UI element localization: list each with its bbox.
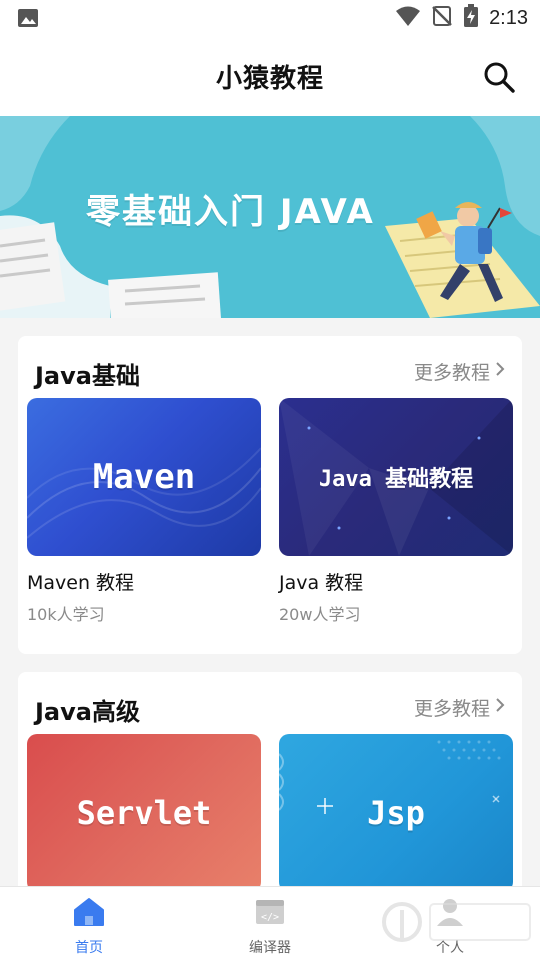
course-card-jsp[interactable]: Jsp [279,734,513,892]
course-learners: 20w人学习 [279,605,361,624]
nav-label: 编译器 [249,940,291,956]
status-bar: 2:13 [0,0,540,36]
promo-banner[interactable]: 零基础入门 JAVA [0,116,540,318]
search-icon[interactable] [482,60,516,94]
course-card-maven[interactable]: Maven Maven 教程 10k人学习 [27,398,261,625]
more-tutorials-link[interactable]: 更多教程 [414,358,506,385]
nav-compiler[interactable]: </> 编译器 [220,897,320,957]
course-thumbnail: Java 基础教程 [279,398,513,556]
chevron-right-icon [494,696,506,719]
course-card-servlet[interactable]: Servlet [27,734,261,892]
more-tutorials-label: 更多教程 [413,698,490,720]
chevron-right-icon [494,360,506,383]
battery-charging-icon [463,4,479,32]
course-name: Maven 教程 [27,572,135,594]
section-title: Java高级 [35,698,140,726]
course-thumbnail: Jsp [279,734,513,892]
more-tutorials-link[interactable]: 更多教程 [414,694,506,721]
course-card-java[interactable]: Java 基础教程 Java 教程 20w人学习 [279,398,513,625]
course-thumbnail: Maven [27,398,261,556]
app-bar: 小猿教程 [0,36,540,116]
section-title: Java基础 [35,362,140,390]
app-title: 小猿教程 [215,64,324,94]
svg-text:</>: </> [261,912,279,923]
nav-label: 首页 [75,940,103,956]
image-icon [17,8,39,32]
code-window-icon: </> [254,900,286,931]
section-java-basic: Java基础 更多教程 Maven Maven 教程 10k人学习 Java 基… [18,336,522,654]
no-signal-icon [431,5,453,31]
status-time: 2:13 [489,6,528,29]
home-icon [73,898,105,931]
thumbnail-text: Jsp [367,794,425,832]
banner-title: 零基础入门 JAVA [86,192,375,232]
thumbnail-text: Maven [92,457,196,497]
more-tutorials-label: 更多教程 [413,362,490,384]
nav-home[interactable]: 首页 [39,897,139,957]
watermark-logo [380,890,540,954]
course-thumbnail: Servlet [27,734,261,892]
thumbnail-text: Servlet [76,794,212,832]
course-name: Java 教程 [279,572,364,594]
thumbnail-text: Java 基础教程 [318,467,474,492]
course-learners: 10k人学习 [27,605,105,624]
wifi-icon [395,5,421,31]
